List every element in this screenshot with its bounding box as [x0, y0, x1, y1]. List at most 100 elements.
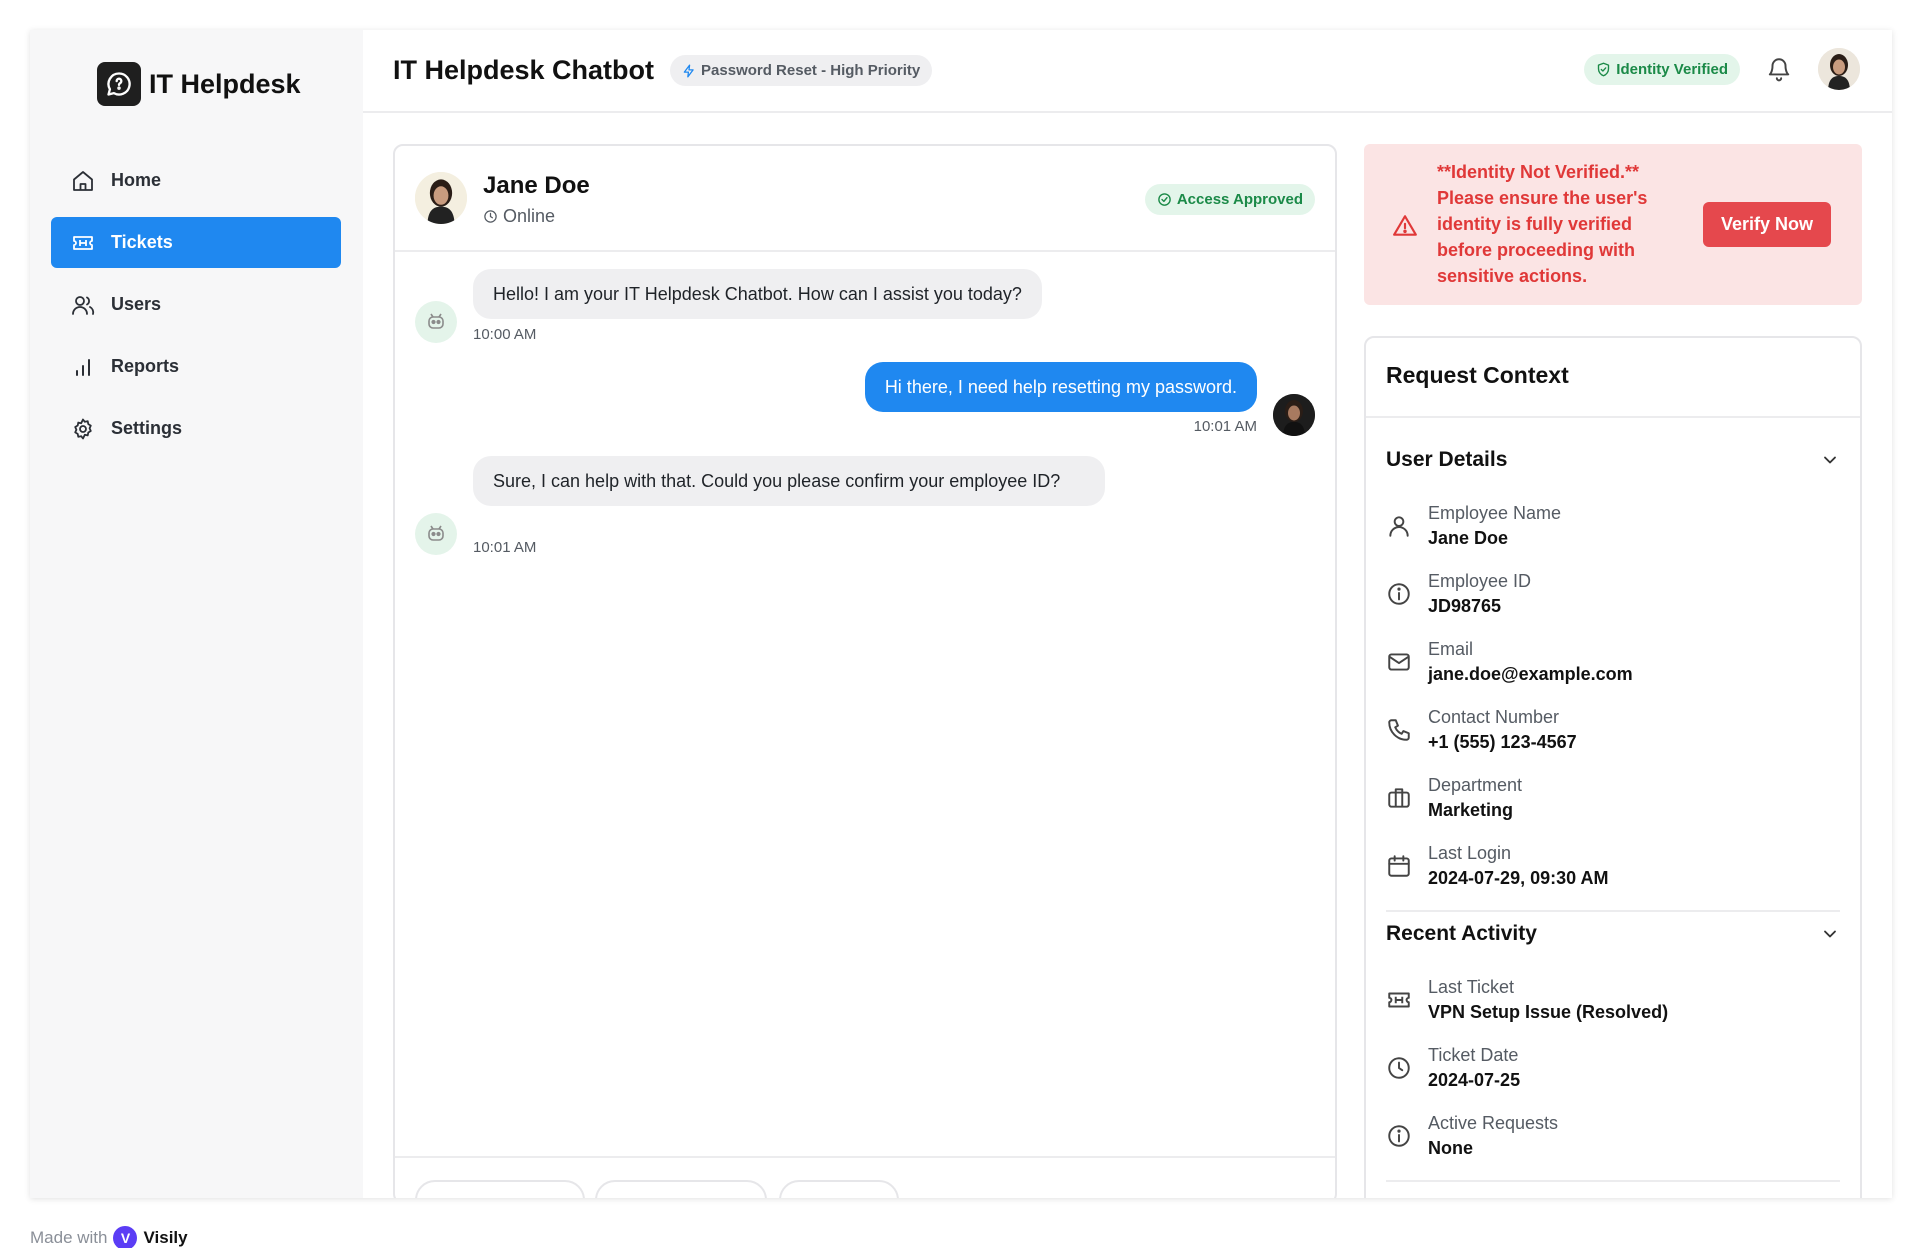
chat-message: Sure, I can help with that. Could you pl… — [473, 456, 1105, 506]
visily-logo-icon: V — [113, 1226, 138, 1248]
detail-label: Ticket Date — [1428, 1045, 1519, 1065]
detail-label: Active Requests — [1428, 1113, 1559, 1133]
detail-department: Department Marketing — [1386, 773, 1522, 823]
topic-badge: Password Reset - High Priority — [670, 55, 933, 86]
phone-icon — [1388, 719, 1410, 741]
chat-message: Hello! I am your IT Helpdesk Chatbot. Ho… — [473, 269, 1042, 319]
chat-message: Hi there, I need help resetting my passw… — [864, 362, 1257, 412]
quick-reply-chip[interactable] — [779, 1180, 899, 1198]
detail-email: Email jane.doe@example.com — [1386, 637, 1633, 687]
status-text: Online — [503, 206, 556, 226]
chevron-down-icon — [1824, 930, 1836, 938]
context-title: Request Context — [1386, 362, 1569, 388]
bar-chart-icon — [76, 358, 90, 376]
message-time: 10:01 AM — [1193, 418, 1257, 435]
identity-verified-label: Identity Verified — [1616, 60, 1728, 78]
access-approved-label: Access Approved — [1176, 191, 1303, 208]
detail-label: Last Ticket — [1428, 977, 1515, 997]
mail-icon — [1388, 653, 1410, 671]
chevron-down-icon — [1824, 456, 1836, 464]
made-with-badge[interactable]: Made with V Visily — [30, 1226, 188, 1248]
section-heading: Recent Activity — [1386, 922, 1537, 945]
sidebar-item-label: Reports — [111, 356, 180, 376]
access-approved-badge: Access Approved — [1144, 184, 1315, 215]
detail-value: Jane Doe — [1428, 528, 1509, 548]
divider — [1386, 1180, 1840, 1182]
message-time: 10:01 AM — [473, 539, 537, 556]
main-area: IT Helpdesk Chatbot Password Reset - Hig… — [363, 30, 1892, 1198]
chat-user-name: Jane Doe — [483, 172, 590, 199]
detail-contact-number: Contact Number +1 (555) 123-4567 — [1386, 705, 1577, 755]
message-bubble: Hello! I am your IT Helpdesk Chatbot. Ho… — [473, 269, 1042, 319]
avatar — [1273, 394, 1315, 436]
sidebar-item-label: Home — [111, 170, 162, 190]
home-icon — [73, 170, 93, 191]
topbar-actions: Identity Verified — [1584, 48, 1860, 90]
sidebar-item-reports[interactable]: Reports — [51, 341, 341, 392]
detail-value: 2024-07-25 — [1428, 1070, 1521, 1090]
sidebar-item-label: Users — [111, 294, 162, 314]
message-bubble: Sure, I can help with that. Could you pl… — [473, 456, 1105, 506]
quick-reply-chip[interactable] — [595, 1180, 767, 1198]
info-icon — [1388, 583, 1410, 605]
quick-reply-chip[interactable] — [415, 1180, 585, 1198]
avatar — [415, 172, 467, 224]
sidebar-item-label: Settings — [111, 418, 183, 438]
sidebar-item-tickets[interactable]: Tickets — [51, 217, 341, 268]
sidebar-item-home[interactable]: Home — [51, 155, 341, 206]
chat-bubble-icon — [97, 62, 141, 106]
chat-header: Jane Doe Online Access Approved — [395, 146, 1335, 252]
detail-ticket-date: Ticket Date 2024-07-25 — [1386, 1043, 1520, 1093]
detail-label: Department — [1428, 775, 1523, 795]
bot-avatar — [415, 513, 457, 555]
clock-icon — [1388, 1057, 1410, 1079]
quick-replies — [395, 1156, 1335, 1198]
detail-value: jane.doe@example.com — [1428, 664, 1633, 684]
sidebar-item-settings[interactable]: Settings — [51, 403, 341, 454]
brand-name: IT Helpdesk — [149, 68, 301, 99]
detail-last-ticket: Last Ticket VPN Setup Issue (Resolved) — [1386, 975, 1668, 1025]
sidebar-item-users[interactable]: Users — [51, 279, 341, 330]
message-time: 10:00 AM — [473, 326, 537, 343]
gear-icon — [74, 418, 92, 439]
bot-avatar — [415, 301, 457, 343]
alert-message: **Identity Not Verified.** Please ensure… — [1437, 162, 1648, 286]
detail-active-requests: Active Requests None — [1386, 1111, 1558, 1161]
identity-alert: **Identity Not Verified.** Please ensure… — [1364, 144, 1862, 305]
bell-icon[interactable] — [1766, 56, 1792, 82]
detail-label: Employee Name — [1428, 503, 1562, 523]
recent-activity-toggle[interactable]: Recent Activity — [1386, 922, 1840, 946]
message-bubble: Hi there, I need help resetting my passw… — [864, 362, 1257, 412]
sidebar-item-label: Tickets — [111, 232, 173, 252]
section-heading: User Details — [1386, 448, 1508, 471]
warning-icon — [1393, 215, 1417, 236]
topbar: IT Helpdesk Chatbot Password Reset - Hig… — [363, 30, 1892, 113]
detail-employee-id: Employee ID JD98765 — [1386, 569, 1531, 619]
user-details-toggle[interactable]: User Details — [1386, 448, 1840, 472]
divider — [1366, 416, 1860, 418]
page-title: IT Helpdesk Chatbot — [393, 55, 655, 85]
check-circle-icon — [1158, 193, 1171, 206]
shield-check-icon — [1598, 62, 1610, 76]
chat-panel: Jane Doe Online Access Approved Hello! I… — [393, 144, 1337, 1198]
ticket-icon — [73, 235, 93, 250]
avatar[interactable] — [1818, 48, 1860, 90]
detail-label: Employee ID — [1428, 571, 1532, 591]
user-icon — [1389, 516, 1409, 537]
detail-value: 2024-07-29, 09:30 AM — [1428, 868, 1609, 888]
bolt-icon — [683, 64, 694, 77]
verify-now-button[interactable]: Verify Now — [1703, 202, 1831, 247]
identity-verified-badge: Identity Verified — [1584, 53, 1740, 85]
sidebar-nav: Home Tickets Users Reports Settings — [51, 155, 341, 465]
briefcase-icon — [1388, 788, 1410, 808]
chat-user-status: Online — [483, 206, 555, 227]
brand[interactable]: IT Helpdesk — [97, 62, 301, 106]
robot-icon — [428, 525, 444, 541]
sidebar: IT Helpdesk Home Tickets Users Reports S… — [30, 30, 363, 1198]
detail-value: JD98765 — [1428, 596, 1502, 616]
detail-employee-name: Employee Name Jane Doe — [1386, 501, 1561, 551]
robot-icon — [428, 313, 444, 329]
made-with-text: Made with — [30, 1228, 108, 1247]
detail-value: +1 (555) 123-4567 — [1428, 732, 1577, 752]
visily-brand: Visily — [143, 1228, 188, 1247]
